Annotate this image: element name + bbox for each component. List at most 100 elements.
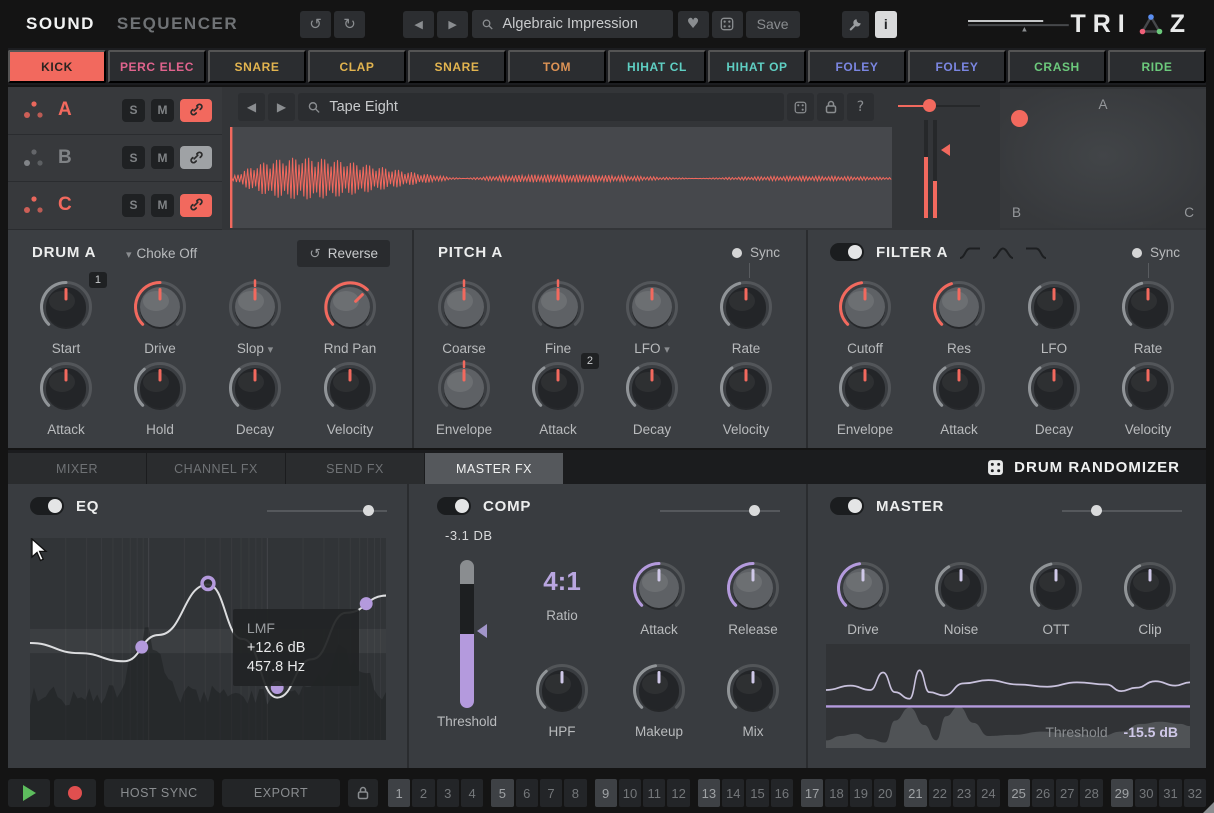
drum-pad-snare[interactable]: SNARE — [408, 50, 506, 83]
volume-handle[interactable] — [1022, 27, 1027, 32]
layer-row-c[interactable]: CSM — [8, 182, 222, 230]
reverse-button[interactable]: ↺ Reverse — [297, 240, 390, 267]
preset-search-input[interactable] — [500, 15, 662, 33]
eq-enable-toggle[interactable] — [30, 497, 64, 515]
tab-sequencer[interactable]: SEQUENCER — [117, 14, 238, 34]
knob-cutoff[interactable]: Cutoff — [822, 279, 908, 356]
host-sync-button[interactable]: HOST SYNC — [104, 779, 214, 807]
ratio-value[interactable]: 4:1 — [522, 566, 602, 597]
random-preset-button[interactable] — [712, 11, 743, 38]
mute-button[interactable]: M — [151, 99, 174, 122]
drum-pad-hihat-cl[interactable]: HIHAT CL — [608, 50, 706, 83]
comp-enable-toggle[interactable] — [437, 497, 471, 515]
next-sample-button[interactable]: ▶ — [268, 93, 295, 121]
mute-button[interactable]: M — [151, 194, 174, 217]
step-17[interactable]: 17 — [801, 779, 823, 807]
redo-button[interactable]: ↻ — [334, 11, 365, 38]
step-9[interactable]: 9 — [595, 779, 617, 807]
step-25[interactable]: 25 — [1008, 779, 1030, 807]
tab-send-fx[interactable]: SEND FX — [286, 453, 424, 484]
step-22[interactable]: 22 — [929, 779, 951, 807]
favorite-button[interactable]: ♥ — [678, 11, 709, 38]
sample-search-input[interactable] — [327, 98, 774, 116]
prev-preset-button[interactable]: ◀ — [403, 11, 434, 38]
solo-button[interactable]: S — [122, 146, 145, 169]
layer-xy-pad[interactable]: A B C — [1000, 89, 1206, 228]
knob-decay[interactable]: Decay — [1011, 360, 1097, 437]
step-19[interactable]: 19 — [850, 779, 872, 807]
waveform-display[interactable] — [230, 127, 892, 228]
step-5[interactable]: 5 — [491, 779, 513, 807]
tab-mixer[interactable]: MIXER — [8, 453, 146, 484]
step-12[interactable]: 12 — [667, 779, 689, 807]
step-15[interactable]: 15 — [746, 779, 768, 807]
slider-handle[interactable] — [1091, 505, 1102, 516]
step-23[interactable]: 23 — [953, 779, 975, 807]
step-4[interactable]: 4 — [461, 779, 483, 807]
knob-envelope[interactable]: Envelope — [421, 360, 507, 437]
pan-handle[interactable] — [923, 99, 936, 112]
record-button[interactable] — [54, 779, 96, 807]
knob-noise[interactable]: Noise — [918, 560, 1004, 637]
tab-master-fx[interactable]: MASTER FX — [425, 453, 563, 484]
prev-sample-button[interactable]: ◀ — [238, 93, 265, 121]
link-button[interactable] — [180, 194, 212, 217]
step-29[interactable]: 29 — [1111, 779, 1133, 807]
solo-button[interactable]: S — [122, 194, 145, 217]
knob-decay[interactable]: Decay — [212, 360, 298, 437]
save-button[interactable]: Save — [746, 11, 800, 38]
knob-ott[interactable]: OTT — [1013, 560, 1099, 637]
step-10[interactable]: 10 — [619, 779, 641, 807]
link-button[interactable] — [180, 99, 212, 122]
knob-lfo[interactable]: LFO ▾ — [609, 279, 695, 356]
resize-handle[interactable] — [1203, 802, 1214, 813]
help-button[interactable]: ? — [847, 93, 874, 121]
filter-enable-toggle[interactable] — [830, 243, 864, 261]
drum-pad-kick[interactable]: KICK — [8, 50, 106, 83]
level-marker[interactable] — [941, 144, 950, 156]
mute-button[interactable]: M — [151, 146, 174, 169]
lowpass-icon[interactable] — [1024, 246, 1048, 260]
choke-dropdown[interactable]: ▾Choke Off — [126, 246, 197, 261]
next-preset-button[interactable]: ▶ — [437, 11, 468, 38]
settings-wrench-button[interactable] — [842, 11, 869, 38]
knob-hold[interactable]: Hold — [117, 360, 203, 437]
step-6[interactable]: 6 — [516, 779, 538, 807]
knob-lfo[interactable]: LFO — [1011, 279, 1097, 356]
comp-mix-slider[interactable] — [660, 505, 780, 517]
drum-pad-crash[interactable]: CRASH — [1008, 50, 1106, 83]
step-20[interactable]: 20 — [874, 779, 896, 807]
eq-point[interactable] — [135, 641, 148, 654]
knob-fine[interactable]: Fine — [515, 279, 601, 356]
drum-pad-clap[interactable]: CLAP — [308, 50, 406, 83]
pitch-sync-toggle[interactable]: Sync — [732, 245, 780, 260]
eq-mix-slider[interactable] — [267, 505, 387, 517]
master-mix-slider[interactable] — [1062, 505, 1182, 517]
slider-handle[interactable] — [749, 505, 760, 516]
eq-point-selected[interactable] — [202, 577, 214, 589]
drum-pad-tom[interactable]: TOM — [508, 50, 606, 83]
tab-channel-fx[interactable]: CHANNEL FX — [147, 453, 285, 484]
tab-sound[interactable]: SOUND — [26, 14, 95, 34]
knob-mix[interactable]: Mix — [710, 662, 796, 739]
solo-button[interactable]: S — [122, 99, 145, 122]
eq-graph[interactable]: LMF +12.6 dB 457.8 Hz — [30, 538, 386, 740]
drum-pad-perc-elec[interactable]: PERC ELEC — [108, 50, 206, 83]
step-16[interactable]: 16 — [771, 779, 793, 807]
drum-pad-hihat-op[interactable]: HIHAT OP — [708, 50, 806, 83]
preset-search[interactable] — [472, 10, 673, 38]
knob-coarse[interactable]: Coarse — [421, 279, 507, 356]
knob-attack[interactable]: Attack — [616, 560, 702, 637]
knob-rnd-pan[interactable]: Rnd Pan — [307, 279, 393, 356]
step-30[interactable]: 30 — [1135, 779, 1157, 807]
threshold-slider[interactable] — [460, 560, 474, 708]
knob-slop[interactable]: Slop ▾ — [212, 279, 298, 356]
filter-sync-toggle[interactable]: Sync — [1132, 245, 1180, 260]
drum-pad-foley[interactable]: FOLEY — [908, 50, 1006, 83]
drum-pad-ride[interactable]: RIDE — [1108, 50, 1206, 83]
layer-row-a[interactable]: ASM — [8, 87, 222, 135]
step-2[interactable]: 2 — [412, 779, 434, 807]
eq-point[interactable] — [360, 597, 373, 610]
layer-row-b[interactable]: BSM — [8, 135, 222, 183]
knob-decay[interactable]: Decay — [609, 360, 695, 437]
